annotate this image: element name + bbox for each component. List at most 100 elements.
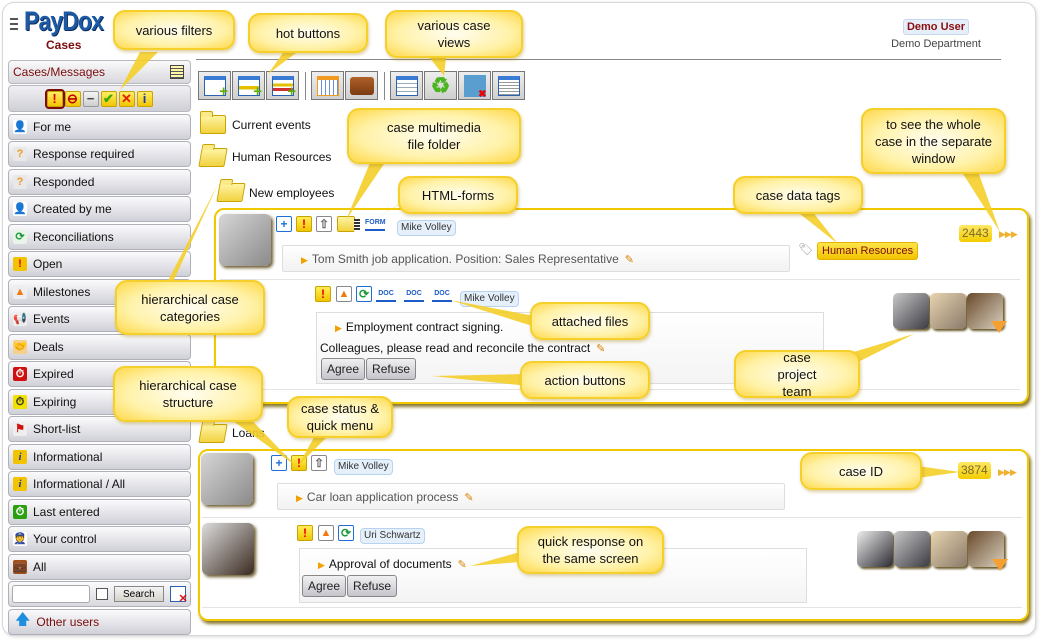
- sidebar-item-responded[interactable]: ? Responded: [8, 168, 191, 195]
- case-id[interactable]: 2443: [959, 225, 992, 242]
- expand-icon[interactable]: +: [271, 455, 287, 471]
- author-avatar[interactable]: [219, 214, 271, 266]
- folder-open-icon[interactable]: [198, 424, 228, 443]
- open-case-window-icon[interactable]: ▶▶▶: [999, 229, 1018, 240]
- subcase-status-icon[interactable]: !: [315, 286, 331, 302]
- sidebar-item-label: Last entered: [33, 504, 100, 519]
- reconciliation-icon[interactable]: ⟳: [356, 286, 372, 302]
- arrow-up-icon[interactable]: ⇧: [311, 455, 327, 471]
- filter-cross-icon[interactable]: ✕: [118, 90, 135, 107]
- sidebar-item-for-me[interactable]: 👤 For me: [8, 113, 191, 140]
- filter-exclamation-icon[interactable]: !: [44, 88, 65, 109]
- sidebar-item-label: For me: [33, 119, 72, 134]
- new-subcase-button[interactable]: +: [266, 71, 299, 100]
- sidebar-item-label: Short-list: [33, 422, 81, 436]
- agree-button[interactable]: Agree: [321, 358, 366, 380]
- sidebar-item-label: Reconciliations: [33, 229, 114, 244]
- sidebar-item-all[interactable]: 💼 All: [8, 553, 191, 580]
- folder-closed-icon[interactable]: [200, 111, 226, 134]
- refresh-button[interactable]: ♻: [424, 71, 457, 100]
- form-icon[interactable]: FORM: [365, 217, 386, 231]
- team-dropdown-icon[interactable]: [991, 321, 1007, 333]
- refuse-button[interactable]: Refuse: [347, 575, 398, 597]
- team-member-avatar[interactable]: [893, 293, 929, 329]
- sidebar-item-deals[interactable]: 🤝 Deals: [8, 333, 191, 360]
- list-view-button[interactable]: [492, 71, 525, 100]
- milestone-icon[interactable]: ▲: [318, 525, 334, 541]
- pencil-icon[interactable]: ✎: [464, 492, 473, 504]
- team-member-avatar[interactable]: [857, 531, 893, 567]
- folder-open-icon[interactable]: [216, 183, 246, 202]
- sidebar-item-reconciliations[interactable]: ⟳ Reconciliations: [8, 223, 191, 250]
- sidebar-header[interactable]: Cases/Messages: [8, 60, 191, 84]
- search-input[interactable]: [12, 585, 90, 603]
- pencil-icon[interactable]: ✎: [625, 254, 634, 266]
- doc-file-icon[interactable]: DOC: [376, 288, 396, 302]
- author-tag[interactable]: Mike Volley: [334, 459, 393, 475]
- subcase-status-icon[interactable]: !: [297, 525, 313, 541]
- arrow-up-icon[interactable]: ⇧: [316, 216, 332, 232]
- doc-file-icon[interactable]: DOC: [404, 288, 424, 302]
- case-subject[interactable]: ▶ Tom Smith job application. Position: Sa…: [282, 245, 790, 272]
- sidebar-title: Cases/Messages: [13, 65, 106, 79]
- team-dropdown-icon[interactable]: [992, 559, 1008, 571]
- search-button[interactable]: Search: [114, 586, 164, 602]
- other-users-button[interactable]: 🡅 Other users: [8, 608, 191, 635]
- category-new-employees[interactable]: New employees: [249, 186, 334, 200]
- case-status-icon[interactable]: !: [291, 455, 307, 471]
- filter-check-icon[interactable]: ✔: [100, 90, 117, 107]
- pencil-icon[interactable]: ✎: [458, 559, 467, 571]
- subcase-title[interactable]: Employment contract signing.: [346, 320, 503, 334]
- folder-open-icon[interactable]: [198, 148, 228, 167]
- sidebar-item-last-entered[interactable]: ⏱ Last entered: [8, 498, 191, 525]
- sidebar-item-informational-all[interactable]: i Informational / All: [8, 471, 191, 497]
- team-member-avatar[interactable]: [931, 531, 967, 567]
- case-id[interactable]: 3874: [958, 462, 991, 479]
- toolbar-separator: [305, 71, 306, 100]
- open-case-window-icon[interactable]: ▶▶▶: [998, 467, 1017, 478]
- pencil-icon[interactable]: ✎: [596, 343, 605, 355]
- user-info: Demo User Demo Department: [876, 19, 996, 50]
- team-member-avatar[interactable]: [894, 531, 930, 567]
- author-tag[interactable]: Mike Volley: [397, 220, 456, 236]
- sidebar-item-your-control[interactable]: 👮 Your control: [8, 526, 191, 552]
- user-remove-button[interactable]: ✖: [458, 71, 491, 100]
- new-case-button[interactable]: +: [232, 71, 265, 100]
- new-message-button[interactable]: +: [198, 71, 231, 100]
- clear-filter-icon[interactable]: [169, 586, 188, 605]
- agree-button[interactable]: Agree: [302, 575, 347, 597]
- reconciliation-icon[interactable]: ⟳: [338, 525, 354, 541]
- table-view-button[interactable]: [390, 71, 423, 100]
- subcase-author-tag[interactable]: Uri Schwartz: [360, 528, 425, 544]
- sidebar-item-response-required[interactable]: ? Response required: [8, 141, 191, 167]
- briefcase-button[interactable]: [345, 71, 378, 100]
- calendar-button[interactable]: [311, 71, 344, 100]
- doc-file-icon[interactable]: DOC: [432, 288, 452, 302]
- author-avatar[interactable]: [201, 453, 253, 505]
- question-icon: ?: [13, 147, 27, 161]
- multimedia-folder-icon[interactable]: [337, 216, 360, 232]
- sidebar-item-created-by-me[interactable]: 👤 Created by me: [8, 196, 191, 222]
- category-loans[interactable]: Loans: [232, 426, 265, 440]
- filter-minus-icon[interactable]: −: [82, 90, 99, 107]
- expand-icon[interactable]: +: [276, 216, 292, 232]
- category-current-events[interactable]: Current events: [232, 118, 311, 132]
- case-status-icon[interactable]: !: [296, 216, 312, 232]
- search-checkbox[interactable]: [96, 588, 108, 600]
- sidebar-item-open[interactable]: ! Open: [8, 251, 191, 277]
- category-human-resources[interactable]: Human Resources: [232, 150, 331, 164]
- subcase-author-avatar[interactable]: [202, 523, 254, 575]
- subcase-title[interactable]: Approval of documents: [329, 557, 452, 571]
- filter-no-entry-icon[interactable]: ⊖: [64, 90, 81, 107]
- case-subject[interactable]: ▶ Car loan application process ✎: [277, 483, 785, 510]
- milestone-icon[interactable]: ▲: [336, 286, 352, 302]
- subcase-author-tag[interactable]: Mike Volley: [460, 291, 519, 307]
- sidebar-item-informational[interactable]: i Informational: [8, 443, 191, 470]
- menu-icon[interactable]: [10, 18, 18, 30]
- case-data-tag[interactable]: Human Resources: [817, 242, 919, 260]
- refuse-button[interactable]: Refuse: [366, 358, 417, 380]
- user-name[interactable]: Demo User: [902, 19, 970, 35]
- notepad-icon[interactable]: [170, 65, 184, 79]
- filter-info-icon[interactable]: i: [136, 90, 153, 107]
- team-member-avatar[interactable]: [930, 293, 966, 329]
